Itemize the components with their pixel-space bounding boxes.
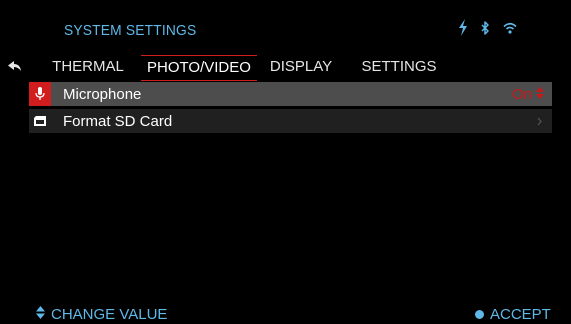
change-value-label: CHANGE VALUE bbox=[51, 306, 168, 323]
accept-dot-icon bbox=[475, 310, 484, 319]
tab-photo-video[interactable]: PHOTO/VIDEO bbox=[141, 55, 257, 81]
tab-display[interactable]: DISPLAY bbox=[261, 55, 341, 79]
bluetooth-icon bbox=[481, 20, 490, 35]
microphone-value[interactable]: On bbox=[512, 82, 544, 106]
sd-card-icon bbox=[29, 109, 51, 133]
accept-label: ACCEPT bbox=[490, 306, 551, 323]
change-value-hint: CHANGE VALUE bbox=[36, 306, 167, 323]
settings-list: Microphone On Format SD Card bbox=[29, 82, 552, 136]
microphone-icon bbox=[29, 82, 51, 106]
microphone-value-text: On bbox=[511, 85, 532, 103]
format-sd-card-row[interactable]: Format SD Card bbox=[29, 109, 552, 133]
up-down-arrows-icon bbox=[36, 306, 45, 323]
microphone-label: Microphone bbox=[63, 85, 142, 103]
tab-settings[interactable]: SETTINGS bbox=[359, 55, 439, 79]
wifi-icon bbox=[503, 22, 517, 34]
back-icon[interactable] bbox=[8, 59, 22, 77]
bolt-icon bbox=[458, 19, 468, 36]
settings-screen: SYSTEM SETTINGS THERMAL PHOTO/VIDEO DISP… bbox=[0, 0, 571, 324]
accept-hint: ACCEPT bbox=[475, 306, 551, 323]
tab-bar: THERMAL PHOTO/VIDEO DISPLAY SETTINGS bbox=[46, 55, 439, 81]
up-down-arrows-icon bbox=[536, 86, 544, 103]
microphone-row[interactable]: Microphone On bbox=[29, 82, 552, 106]
format-sd-card-label: Format SD Card bbox=[63, 112, 173, 130]
chevron-right-icon bbox=[537, 109, 542, 133]
status-bar bbox=[458, 19, 517, 36]
tab-thermal[interactable]: THERMAL bbox=[46, 55, 130, 79]
page-title: SYSTEM SETTINGS bbox=[64, 22, 197, 39]
